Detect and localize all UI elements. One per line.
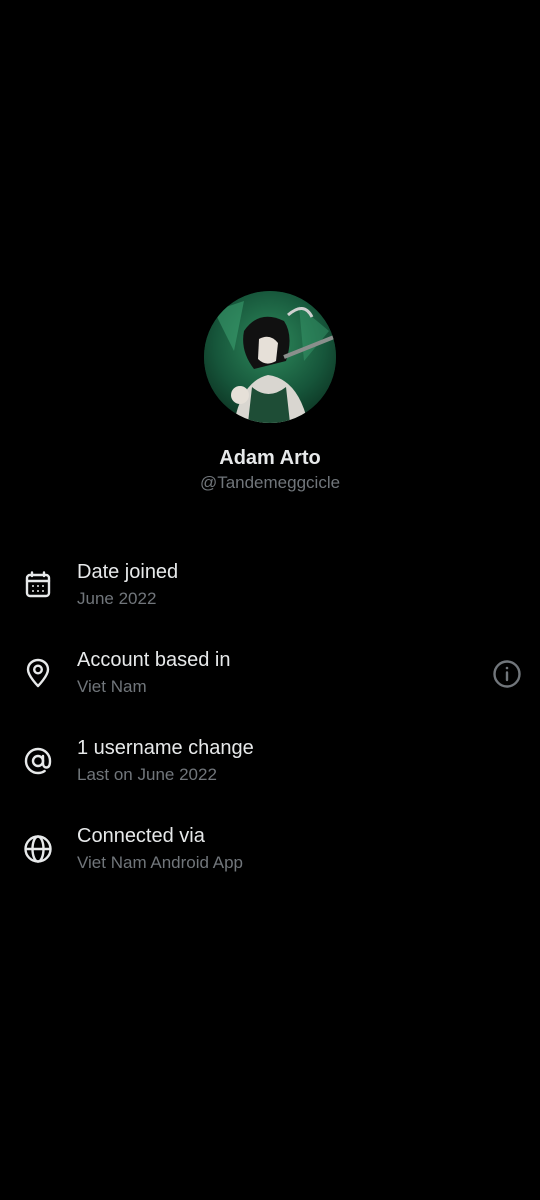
at-sign-icon	[22, 745, 54, 777]
connected-via-item: Connected via Viet Nam Android App	[0, 817, 540, 905]
username-change-value: Last on June 2022	[77, 765, 217, 784]
date-joined-label: Date joined	[77, 561, 179, 583]
globe-icon	[22, 833, 54, 865]
date-joined-value: June 2022	[77, 589, 157, 608]
profile-header: Adam Arto @Tandemeggcicle	[0, 291, 540, 494]
account-based-in-item: Account based in Viet Nam	[0, 641, 540, 729]
date-joined-item: Date joined June 2022	[0, 553, 540, 641]
username-change-label: 1 username change	[77, 737, 254, 759]
username-change-item: 1 username change Last on June 2022	[0, 729, 540, 817]
info-icon[interactable]	[491, 658, 523, 690]
account-based-in-label: Account based in	[77, 649, 231, 671]
account-info-list: Date joined June 2022 Account based in V…	[0, 553, 540, 905]
connected-via-label: Connected via	[77, 825, 205, 847]
location-pin-icon	[22, 657, 54, 689]
username-handle: @Tandemeggcicle	[199, 473, 341, 492]
avatar[interactable]	[204, 291, 336, 423]
connected-via-value: Viet Nam Android App	[77, 853, 244, 872]
calendar-icon	[22, 569, 54, 601]
account-based-in-value: Viet Nam	[77, 677, 147, 696]
display-name: Adam Arto	[219, 447, 321, 469]
